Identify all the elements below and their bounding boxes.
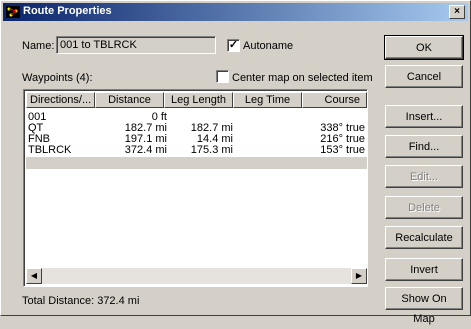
horizontal-scrollbar[interactable]: ◀ ▶ [26,268,367,284]
delete-button[interactable]: Delete [385,196,463,219]
scroll-left-button[interactable]: ◀ [26,268,42,284]
column-header-leg-time[interactable]: Leg Time [233,92,302,108]
route-name-field[interactable] [56,36,216,54]
window-title: Route Properties [23,5,112,17]
column-header-distance[interactable]: Distance [95,92,164,108]
column-headers: Directions/... Distance Leg Length Leg T… [26,92,367,108]
arrow-right-icon: ▶ [355,271,363,280]
find-button[interactable]: Find... [385,135,463,158]
total-distance: Total Distance: 372.4 mi [22,295,140,307]
column-header-course[interactable]: Course [302,92,367,108]
close-icon: × [454,6,460,17]
show-on-map-button[interactable]: Show On Map [385,287,463,325]
check-icon: ✓ [228,39,239,51]
invert-button[interactable]: Invert [385,258,463,281]
close-button[interactable]: × [449,5,465,19]
route-properties-dialog: Route Properties × Name: ✓ Autoname Wayp… [0,0,471,325]
insert-button[interactable]: Insert... [385,105,463,128]
table-row[interactable]: TBLRCK 372.4 mi 175.3 mi 153° true [26,145,367,156]
arrow-left-icon: ◀ [30,271,38,280]
selected-empty-row[interactable] [26,157,367,169]
cell-name: TBLRCK [28,144,72,156]
route-icon [6,6,20,18]
center-map-checkbox[interactable] [216,70,229,83]
cancel-button[interactable]: Cancel [385,65,463,88]
scroll-right-button[interactable]: ▶ [351,268,367,284]
autoname-label: Autoname [243,40,294,52]
ok-button[interactable]: OK [384,35,464,60]
cell-course: 153° true [320,144,365,156]
name-label: Name: [22,40,55,52]
center-map-label: Center map on selected item [232,72,373,84]
title-bar[interactable]: Route Properties × [3,3,468,21]
waypoints-label: Waypoints (4): [22,72,93,84]
cell-distance: 372.4 mi [124,144,167,156]
cell-leg-length: 175.3 mi [190,144,233,156]
recalculate-button[interactable]: Recalculate [385,226,463,249]
autoname-checkbox[interactable]: ✓ [227,39,240,52]
column-header-directions[interactable]: Directions/... [26,92,95,108]
waypoints-list[interactable]: Directions/... Distance Leg Length Leg T… [23,89,368,287]
edit-button[interactable]: Edit... [385,165,463,188]
column-header-leg-length[interactable]: Leg Length [164,92,233,108]
